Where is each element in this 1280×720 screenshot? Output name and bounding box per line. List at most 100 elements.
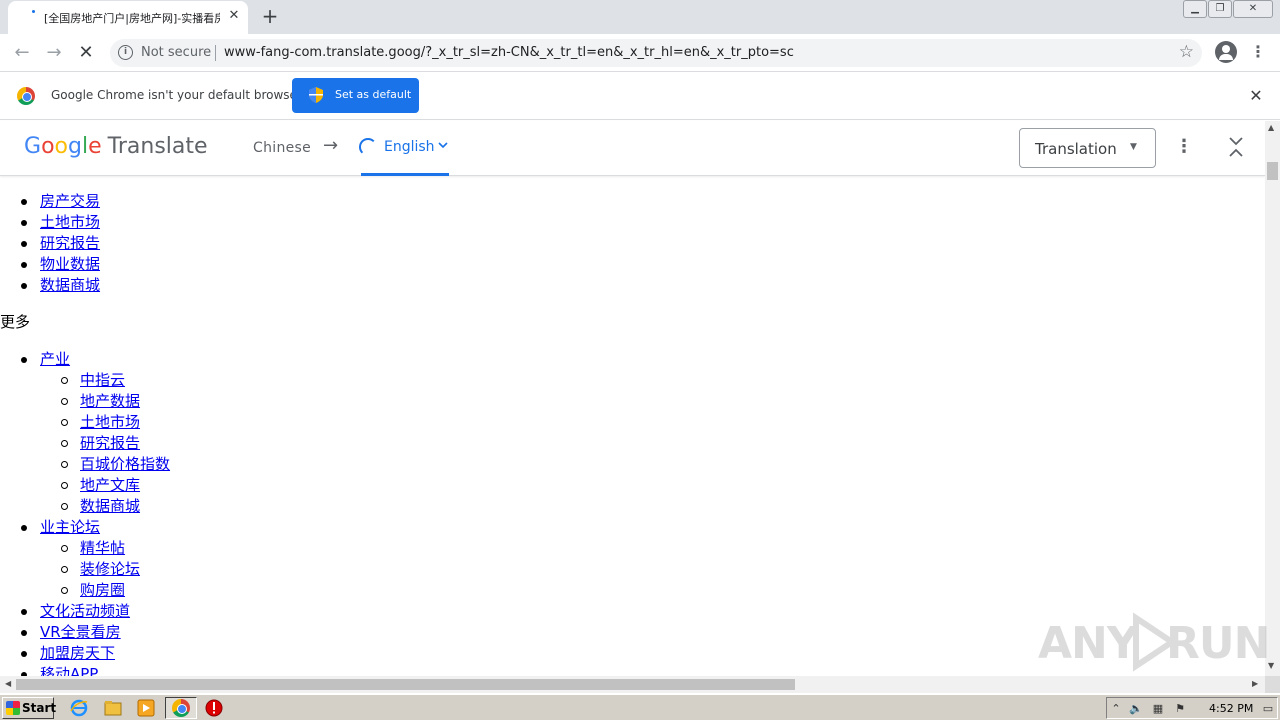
bookmark-star-icon[interactable]: ☆: [1179, 42, 1194, 62]
browser-toolbar: ← → ✕ i Not secure www-fang-com.translat…: [0, 34, 1280, 72]
watermark-text-right: RUN: [1166, 618, 1270, 669]
close-window-icon[interactable]: ✕: [1233, 0, 1273, 18]
stop-sign-icon[interactable]: [205, 699, 223, 717]
network-icon[interactable]: ▦: [1151, 702, 1165, 716]
omnibox-divider: [215, 45, 216, 61]
sub-link[interactable]: 中指云: [80, 371, 125, 389]
windows-taskbar: Start ⌃ 🔈 ▦ ⚑ 4:52 PM ▭: [0, 694, 1280, 720]
info-icon[interactable]: i: [118, 45, 133, 60]
default-browser-infobar: Google Chrome isn't your default browser…: [0, 72, 1280, 120]
dropdown-arrow-icon: ▼: [1130, 142, 1137, 152]
collapse-bar-icon[interactable]: [1226, 134, 1246, 160]
system-tray: ⌃ 🔈 ▦ ⚑ 4:52 PM ▭: [1106, 697, 1278, 719]
sub-link[interactable]: 土地市场: [80, 413, 140, 431]
loading-spinner-icon: [359, 138, 377, 156]
more-nav-list: 产业: [0, 349, 1265, 370]
chrome-taskbar-button[interactable]: [165, 697, 197, 719]
nav-link[interactable]: 物业数据: [40, 255, 100, 273]
minimize-window-icon[interactable]: ▁: [1183, 0, 1207, 18]
volume-icon[interactable]: 🔈: [1129, 702, 1143, 716]
forward-arrow-icon[interactable]: →: [41, 40, 67, 66]
profile-avatar-icon[interactable]: [1215, 41, 1237, 63]
windows-logo-icon: [6, 701, 20, 715]
file-explorer-icon[interactable]: [104, 699, 122, 717]
watermark-text-left: ANY: [1038, 618, 1139, 669]
url-text[interactable]: www-fang-com.translate.goog/?_x_tr_sl=zh…: [224, 45, 794, 60]
sublist-item: 购房圈: [0, 580, 1265, 601]
sublist-item: 土地市场: [0, 412, 1265, 433]
target-language-tab[interactable]: English: [384, 139, 435, 155]
sublist-item: 百城价格指数: [0, 454, 1265, 475]
scroll-up-icon[interactable]: ▲: [1268, 123, 1274, 132]
sub-link[interactable]: 购房圈: [80, 581, 125, 599]
vertical-scrollbar[interactable]: ▲ ▼: [1265, 121, 1280, 676]
list-item: 物业数据: [0, 254, 1265, 275]
source-language-tab[interactable]: Chinese: [253, 140, 311, 156]
sub-link[interactable]: 研究报告: [80, 434, 140, 452]
section-link[interactable]: 产业: [40, 350, 70, 368]
forum-nav-list: 业主论坛: [0, 517, 1265, 538]
nav-link[interactable]: 数据商城: [40, 276, 100, 294]
infobar-close-icon[interactable]: ✕: [1246, 86, 1266, 106]
view-mode-value: Translation: [1035, 140, 1117, 158]
media-player-icon[interactable]: [137, 699, 155, 717]
back-arrow-icon[interactable]: ←: [9, 40, 35, 66]
horizontal-scroll-thumb[interactable]: [16, 679, 795, 690]
page-content: 房产交易 土地市场 研究报告 物业数据 数据商城 更多 产业 中指云 地产数据 …: [0, 177, 1265, 677]
vertical-scroll-thumb[interactable]: [1267, 162, 1278, 180]
nav-link[interactable]: 加盟房天下: [40, 644, 115, 662]
google-translate-bar: Google Translate Chinese → English Transl…: [0, 121, 1265, 176]
nav-link[interactable]: 房产交易: [40, 192, 100, 210]
show-desktop-icon[interactable]: ▭: [1261, 702, 1275, 716]
restore-window-icon[interactable]: ❐: [1208, 0, 1232, 18]
tab-strip: [全国房地产门户|房地产网]-实播看房 ✕ + ▁ ❐ ✕: [0, 0, 1280, 34]
sublist-item: 装修论坛: [0, 559, 1265, 580]
stop-loading-icon[interactable]: ✕: [73, 40, 99, 66]
nav-link[interactable]: 土地市场: [40, 213, 100, 231]
address-bar[interactable]: i Not secure www-fang-com.translate.goog…: [110, 39, 1202, 67]
tray-expand-icon[interactable]: ⌃: [1109, 702, 1123, 716]
translate-direction-arrow-icon: →: [323, 135, 339, 156]
action-center-flag-icon[interactable]: ⚑: [1173, 702, 1187, 716]
taskbar-clock[interactable]: 4:52 PM: [1209, 702, 1253, 715]
list-item: 研究报告: [0, 233, 1265, 254]
chevron-down-icon[interactable]: [437, 139, 449, 151]
view-mode-select[interactable]: Translation ▼: [1019, 128, 1156, 168]
scroll-right-icon[interactable]: ▶: [1252, 679, 1258, 688]
nav-link[interactable]: 研究报告: [40, 234, 100, 252]
list-item: 房产交易: [0, 191, 1265, 212]
nav-link[interactable]: VR全景看房: [40, 623, 121, 641]
sub-link[interactable]: 百城价格指数: [80, 455, 170, 473]
google-translate-logo: Google Translate: [24, 134, 208, 159]
section-link[interactable]: 业主论坛: [40, 518, 100, 536]
sub-link[interactable]: 地产文库: [80, 476, 140, 494]
sublist-item: 地产文库: [0, 475, 1265, 496]
tab-close-icon[interactable]: ✕: [226, 8, 242, 24]
sublist-item: 数据商城: [0, 496, 1265, 517]
sub-link[interactable]: 装修论坛: [80, 560, 140, 578]
start-button[interactable]: Start: [2, 697, 56, 719]
list-item: 产业: [0, 349, 1265, 370]
uac-shield-icon: [309, 87, 323, 103]
loading-dot-icon: [32, 10, 35, 13]
chrome-taskbar-icon: [172, 699, 190, 717]
new-tab-button[interactable]: +: [258, 4, 282, 28]
top-nav-list: 房产交易 土地市场 研究报告 物业数据 数据商城: [0, 191, 1265, 296]
sublist-item: 研究报告: [0, 433, 1265, 454]
set-as-default-button[interactable]: Set as default: [292, 78, 419, 113]
translate-more-options-icon[interactable]: ⋮: [1174, 135, 1194, 159]
scroll-left-icon[interactable]: ◀: [5, 679, 11, 688]
sub-link[interactable]: 精华帖: [80, 539, 125, 557]
internet-explorer-icon[interactable]: [70, 699, 88, 717]
nav-link[interactable]: 文化活动频道: [40, 602, 130, 620]
horizontal-scrollbar[interactable]: ◀ ▶: [0, 676, 1265, 693]
chrome-menu-icon[interactable]: ⋮: [1250, 41, 1266, 63]
infobar-message: Google Chrome isn't your default browser: [51, 88, 302, 102]
forum-sublist: 精华帖 装修论坛 购房圈: [0, 538, 1265, 601]
browser-tab[interactable]: [全国房地产门户|房地产网]-实播看房 ✕: [8, 1, 248, 34]
security-label[interactable]: Not secure: [141, 45, 211, 60]
sublist-item: 中指云: [0, 370, 1265, 391]
sub-link[interactable]: 数据商城: [80, 497, 140, 515]
more-label: 更多: [0, 313, 31, 331]
sub-link[interactable]: 地产数据: [80, 392, 140, 410]
